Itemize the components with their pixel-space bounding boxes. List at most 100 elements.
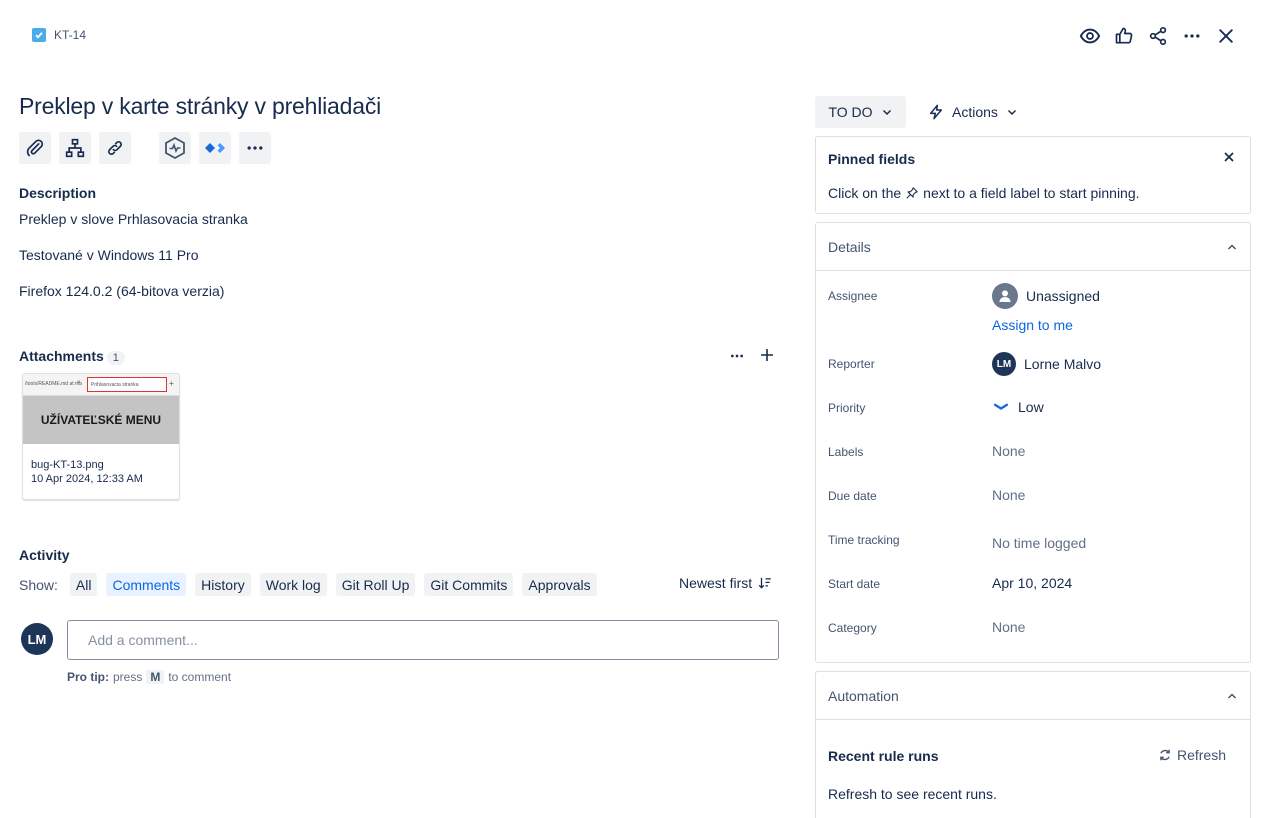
priority-low-icon bbox=[993, 403, 1009, 410]
pro-tip-label: Pro tip: bbox=[67, 670, 109, 684]
issue-title[interactable]: Preklep v karte stránky v prehliadači bbox=[19, 93, 381, 120]
filter-history[interactable]: History bbox=[195, 573, 251, 596]
time-tracking-value[interactable]: No time logged bbox=[992, 535, 1086, 551]
close-icon bbox=[1224, 151, 1234, 162]
priority-value: Low bbox=[1018, 399, 1044, 415]
filter-git-commits[interactable]: Git Commits bbox=[424, 573, 514, 596]
description-heading: Description bbox=[19, 185, 97, 201]
chevron-up-icon bbox=[1227, 243, 1237, 250]
description-body[interactable]: Preklep v slove Prhlasovacia stranka Tes… bbox=[19, 211, 248, 299]
reporter-field[interactable]: LM Lorne Malvo bbox=[992, 352, 1101, 376]
automation-panel: Automation Recent rule runs Refresh Refr… bbox=[815, 671, 1251, 818]
attachment-card[interactable]: /tools/README.md at ma × Prihlasovacia s… bbox=[22, 373, 180, 500]
category-value[interactable]: None bbox=[992, 619, 1025, 635]
hexagon-pulse-icon bbox=[165, 136, 185, 160]
thumbnail-highlighted-tab: Prihlasovacia stranka bbox=[87, 377, 167, 392]
description-line: Firefox 124.0.2 (64-bitova verzia) bbox=[19, 283, 225, 299]
more-apps-button[interactable] bbox=[239, 132, 271, 164]
confluence-button[interactable] bbox=[199, 132, 231, 164]
status-label: TO DO bbox=[828, 104, 873, 120]
activity-heading: Activity bbox=[19, 547, 70, 563]
filter-all[interactable]: All bbox=[69, 573, 98, 596]
sort-icon bbox=[758, 577, 771, 589]
issue-key-link[interactable]: KT-14 bbox=[54, 28, 86, 42]
more-actions-button[interactable] bbox=[1176, 22, 1208, 50]
assignee-field[interactable]: Unassigned bbox=[992, 283, 1100, 309]
chevron-down-icon bbox=[1007, 109, 1016, 116]
assignee-label: Assignee bbox=[828, 289, 878, 303]
attachments-count-badge: 1 bbox=[106, 351, 125, 365]
pro-tip: Pro tip: press M to comment bbox=[67, 670, 232, 684]
filter-comments[interactable]: Comments bbox=[106, 573, 187, 596]
assign-to-me-link[interactable]: Assign to me bbox=[992, 317, 1073, 333]
unassigned-avatar-icon bbox=[992, 283, 1018, 309]
issue-toolbar bbox=[1074, 22, 1242, 50]
status-dropdown[interactable]: TO DO bbox=[815, 96, 906, 128]
more-icon bbox=[247, 146, 263, 150]
category-label: Category bbox=[828, 621, 877, 635]
task-type-icon bbox=[32, 28, 46, 42]
automation-title: Automation bbox=[828, 687, 899, 704]
actions-label: Actions bbox=[952, 104, 998, 120]
add-child-button[interactable] bbox=[59, 132, 91, 164]
hierarchy-icon bbox=[65, 138, 85, 158]
add-attachment-button[interactable] bbox=[757, 346, 777, 366]
paperclip-icon bbox=[26, 139, 44, 157]
show-label: Show: bbox=[19, 576, 58, 593]
diamond-app-icon bbox=[205, 143, 225, 153]
issue-quick-actions bbox=[19, 132, 271, 164]
sort-order-label: Newest first bbox=[679, 575, 753, 591]
vote-button[interactable] bbox=[1108, 22, 1140, 50]
share-button[interactable] bbox=[1142, 22, 1174, 50]
app-integration-button[interactable] bbox=[159, 132, 191, 164]
labels-value[interactable]: None bbox=[992, 443, 1025, 459]
details-header[interactable]: Details bbox=[816, 223, 1250, 271]
time-tracking-label: Time tracking bbox=[828, 533, 900, 547]
more-icon bbox=[731, 354, 743, 358]
comment-input[interactable] bbox=[67, 620, 779, 660]
link-issue-button[interactable] bbox=[99, 132, 131, 164]
chevron-up-icon bbox=[1227, 692, 1237, 699]
watch-button[interactable] bbox=[1074, 22, 1106, 50]
avatar: LM bbox=[992, 352, 1016, 376]
recent-rule-runs-heading: Recent rule runs bbox=[828, 748, 939, 764]
refresh-icon bbox=[1160, 749, 1170, 761]
refresh-button[interactable]: Refresh bbox=[1158, 747, 1226, 763]
assignee-value: Unassigned bbox=[1026, 288, 1100, 304]
attachment-date: 10 Apr 2024, 12:33 AM bbox=[31, 473, 143, 485]
due-date-label: Due date bbox=[828, 489, 877, 503]
priority-field[interactable]: Low bbox=[992, 398, 1044, 416]
description-line: Preklep v slove Prhlasovacia stranka bbox=[19, 211, 248, 227]
labels-label: Labels bbox=[828, 445, 864, 459]
attach-button[interactable] bbox=[19, 132, 51, 164]
sort-order-button[interactable]: Newest first bbox=[679, 575, 772, 591]
link-icon bbox=[108, 141, 122, 155]
attachments-heading: Attachments 1 bbox=[19, 348, 125, 365]
eye-icon bbox=[1079, 28, 1101, 44]
pinned-fields-hint: Click on the next to a field label to st… bbox=[828, 185, 1140, 201]
more-icon bbox=[1184, 34, 1200, 38]
due-date-value[interactable]: None bbox=[992, 487, 1025, 503]
close-icon bbox=[1219, 29, 1233, 43]
recent-runs-empty-text: Refresh to see recent runs. bbox=[828, 786, 997, 802]
thumbnail-tab-text: /tools/README.md at ma bbox=[25, 381, 82, 387]
details-title: Details bbox=[828, 238, 871, 255]
attachment-thumbnail-browser-bar: /tools/README.md at ma × Prihlasovacia s… bbox=[23, 374, 179, 396]
attachments-more-button[interactable] bbox=[727, 348, 747, 366]
filter-git-roll-up[interactable]: Git Roll Up bbox=[335, 573, 416, 596]
details-panel: Details Assignee Unassigned Assign to me… bbox=[815, 222, 1251, 663]
start-date-value[interactable]: Apr 10, 2024 bbox=[992, 575, 1072, 591]
filter-work-log[interactable]: Work log bbox=[259, 573, 327, 596]
plus-icon bbox=[761, 348, 773, 361]
close-pinned-button[interactable] bbox=[1220, 149, 1238, 167]
start-date-label: Start date bbox=[828, 577, 881, 591]
filter-approvals[interactable]: Approvals bbox=[522, 573, 597, 596]
thumbs-up-icon bbox=[1115, 27, 1133, 44]
reporter-value: Lorne Malvo bbox=[1024, 356, 1102, 372]
reporter-label: Reporter bbox=[828, 357, 875, 371]
actions-dropdown[interactable]: Actions bbox=[924, 96, 1022, 128]
attachments-heading-label: Attachments bbox=[19, 348, 104, 364]
attachment-file-name: bug-KT-13.png bbox=[31, 459, 104, 471]
automation-header[interactable]: Automation bbox=[816, 672, 1250, 720]
close-button[interactable] bbox=[1210, 22, 1242, 50]
